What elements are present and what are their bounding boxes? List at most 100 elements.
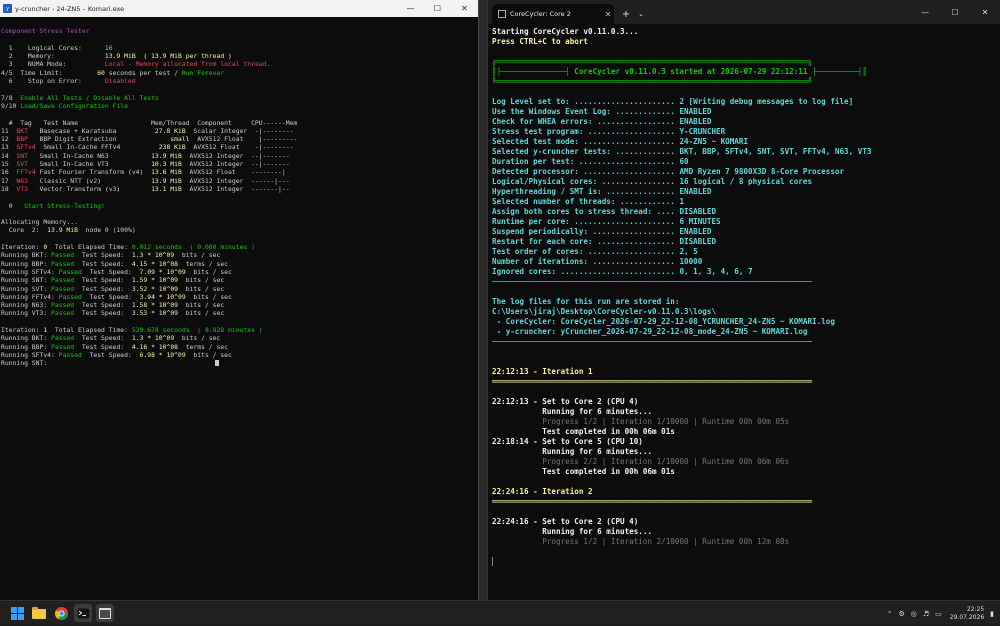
window-title: y-cruncher - 24-ZN5 – Komari.exe: [15, 4, 125, 13]
tab-close-icon[interactable]: ✕: [602, 10, 614, 19]
ycruncher-text: Iteration:: [1, 243, 44, 252]
ycruncher-console[interactable]: Component Stress Tester 1 Logical Cores:…: [1, 19, 476, 600]
battery-icon[interactable]: ▭: [935, 610, 942, 618]
ycruncher-text: 60: [97, 68, 105, 77]
ycruncher-text: bits / sec: [185, 350, 232, 359]
corecycler-text: Duration per test: .....................…: [492, 157, 689, 166]
ycruncher-text: 0.012 seconds ( 0.000 minutes ): [131, 243, 255, 252]
corecycler-line: 22:24:16 - Set to Core 2 (CPU 4): [492, 517, 996, 527]
ycruncher-line: 16 FFTv4 Fast Fourier Transform (v4) 13.…: [1, 168, 476, 176]
ycruncher-text: AVX512 Integer --|-------: [181, 160, 290, 169]
ycruncher-line: Running BBP: Passed Test Speed: 4.16 * 1…: [1, 343, 476, 351]
corecycler-line: Assign both cores to stress thread: ....…: [492, 207, 996, 217]
ycruncher-line: [1, 210, 476, 218]
corecycler-text: Assign both cores to stress thread: ....…: [492, 207, 717, 216]
ycruncher-text: Passed: [51, 301, 75, 310]
chrome-icon[interactable]: [52, 604, 70, 622]
ycruncher-text: node 0 (100%): [77, 226, 136, 235]
ycruncher-text: Test Speed:: [81, 292, 140, 301]
terminal-icon[interactable]: [74, 604, 92, 622]
file-explorer-icon[interactable]: [30, 604, 48, 622]
corecycler-text: Selected y-cruncher tests: .............…: [492, 147, 872, 156]
ycruncher-window[interactable]: y y-cruncher - 24-ZN5 – Komari.exe — ☐ ✕…: [0, 0, 479, 600]
ycruncher-text: small: [170, 135, 190, 144]
ycruncher-text: 12: [1, 135, 17, 144]
network-icon[interactable]: ◎: [911, 610, 917, 618]
close-icon[interactable]: ✕: [451, 0, 478, 17]
ycruncher-text: Test Speed:: [74, 276, 132, 285]
corecycler-text: Number of iterations: ..................…: [492, 257, 703, 266]
chevron-up-icon[interactable]: ⌃: [887, 610, 893, 618]
corecycler-line: Selected number of threads: ............…: [492, 197, 996, 207]
chevron-down-icon[interactable]: ⌄: [634, 4, 648, 24]
corecycler-console[interactable]: Starting CoreCycler v0.11.0.3... Press CT…: [492, 27, 996, 600]
volume-icon[interactable]: ♬: [923, 610, 929, 618]
ycruncher-text: AVX512 Integer --|-------: [181, 151, 290, 160]
corecycler-text: Starting CoreCycler v0.11.0.3...: [492, 27, 639, 36]
terminal-window[interactable]: CoreCycler: Core 2 ✕ + ⌄ — ☐ ✕ Starting …: [487, 0, 1000, 600]
ycruncher-text: 3 NUMA Mode:: [1, 60, 105, 69]
ycruncher-text: N63: [16, 176, 28, 185]
corecycler-text: 22:18:14 - Set to Core 5 (CPU 10): [492, 437, 643, 446]
corecycler-text: Log Level set to: ......................…: [492, 97, 854, 106]
ycruncher-text: 4.15 * 10^08: [131, 259, 179, 268]
ycruncher-text: FFTv4: [16, 168, 36, 177]
ycruncher-text: 238 KiB: [158, 143, 186, 152]
ycruncher-text: Test Speed:: [81, 267, 140, 276]
corecycler-line: Test order of cores: ...................…: [492, 247, 996, 257]
ycruncher-text: Running VT3:: [1, 309, 52, 318]
ycruncher-text: AVX512 Float --------|: [181, 168, 286, 177]
ycruncher-line: Running N63: Passed Test Speed: 1.58 * 1…: [1, 301, 476, 309]
corecycler-text: ────────────────────────────────────────…: [492, 277, 813, 286]
tab-corecycler[interactable]: CoreCycler: Core 2 ✕: [492, 4, 614, 24]
ycruncher-text: Total Elapsed Time:: [47, 325, 132, 334]
corecycler-line: Running for 6 minutes...: [492, 447, 996, 457]
app-window-icon[interactable]: [96, 604, 114, 622]
ycruncher-line: Component Stress Tester: [1, 27, 476, 35]
ycruncher-line: 17 N63 Classic NTT (v2) 13.9 MiB AVX512 …: [1, 177, 476, 185]
corecycler-text: Press CTRL+C to abort: [492, 37, 589, 46]
ycruncher-text: Run Forever: [181, 68, 225, 77]
corecycler-line: 22:18:14 - Set to Core 5 (CPU 10): [492, 437, 996, 447]
ycruncher-text: Test Speed:: [74, 309, 132, 318]
ycruncher-text: Local - Memory allocated from local thre…: [104, 60, 271, 69]
corecycler-text: Progress 2/2 | Iteration 1/10000 | Runti…: [492, 457, 790, 466]
ycruncher-text: VT3: [16, 184, 28, 193]
corecycler-text: Progress 1/2 | Iteration 1/10000 | Runti…: [492, 417, 790, 426]
close-icon[interactable]: ✕: [970, 0, 1000, 24]
clock[interactable]: 22:25 29.07.2026: [950, 606, 984, 622]
ycruncher-text: 1.58 * 10^09: [131, 301, 179, 310]
corecycler-text: Hyperthreading / SMT is: ...............…: [492, 187, 712, 196]
ycruncher-text: 4/5 Time Limit:: [1, 68, 98, 77]
corecycler-line: [492, 47, 996, 57]
windows-start-icon[interactable]: [8, 604, 26, 622]
ycruncher-titlebar[interactable]: y y-cruncher - 24-ZN5 – Komari.exe — ☐ ✕: [0, 0, 478, 17]
maximize-icon[interactable]: ☐: [424, 0, 451, 17]
corecycler-text: ║├──────────────┤ CoreCycler v0.11.0.3 s…: [492, 67, 867, 76]
notification-icon[interactable]: ▮: [990, 610, 994, 618]
ycruncher-line: Running SFTv4: Passed Test Speed: 6.98 *…: [1, 351, 476, 359]
corecycler-line: The log files for this run are stored in…: [492, 297, 996, 307]
ycruncher-text: Passed: [51, 251, 75, 260]
maximize-icon[interactable]: ☐: [940, 0, 970, 24]
minimize-icon[interactable]: —: [397, 0, 424, 17]
new-tab-icon[interactable]: +: [618, 4, 634, 24]
corecycler-text: ────────────────────────────────────────…: [492, 337, 813, 346]
ycruncher-text: SNT: [16, 151, 28, 160]
ycruncher-text: 0: [1, 201, 25, 210]
settings-icon[interactable]: ⚙: [898, 610, 904, 618]
corecycler-line: ╚═══════════════════════════════════════…: [492, 77, 996, 87]
ycruncher-line: Running BKT: Passed Test Speed: 1.3 * 10…: [1, 334, 476, 342]
ycruncher-line: 3 NUMA Mode: Local - Memory allocated fr…: [1, 60, 476, 68]
corecycler-line: Running for 6 minutes...: [492, 407, 996, 417]
corecycler-line: Log Level set to: ......................…: [492, 97, 996, 107]
ycruncher-text: Running SFTv4:: [1, 267, 59, 276]
ycruncher-line: Running SNT: Passed Test Speed: 1.59 * 1…: [1, 276, 476, 284]
minimize-icon[interactable]: —: [910, 0, 940, 24]
ycruncher-text: bits / sec: [174, 334, 221, 343]
corecycler-line: [492, 287, 996, 297]
ycruncher-text: Component Stress Tester: [1, 27, 90, 36]
ycruncher-text: Allocating Memory...: [1, 218, 78, 227]
ycruncher-text: Passed: [58, 267, 82, 276]
corecycler-text: Test order of cores: ...................…: [492, 247, 698, 256]
